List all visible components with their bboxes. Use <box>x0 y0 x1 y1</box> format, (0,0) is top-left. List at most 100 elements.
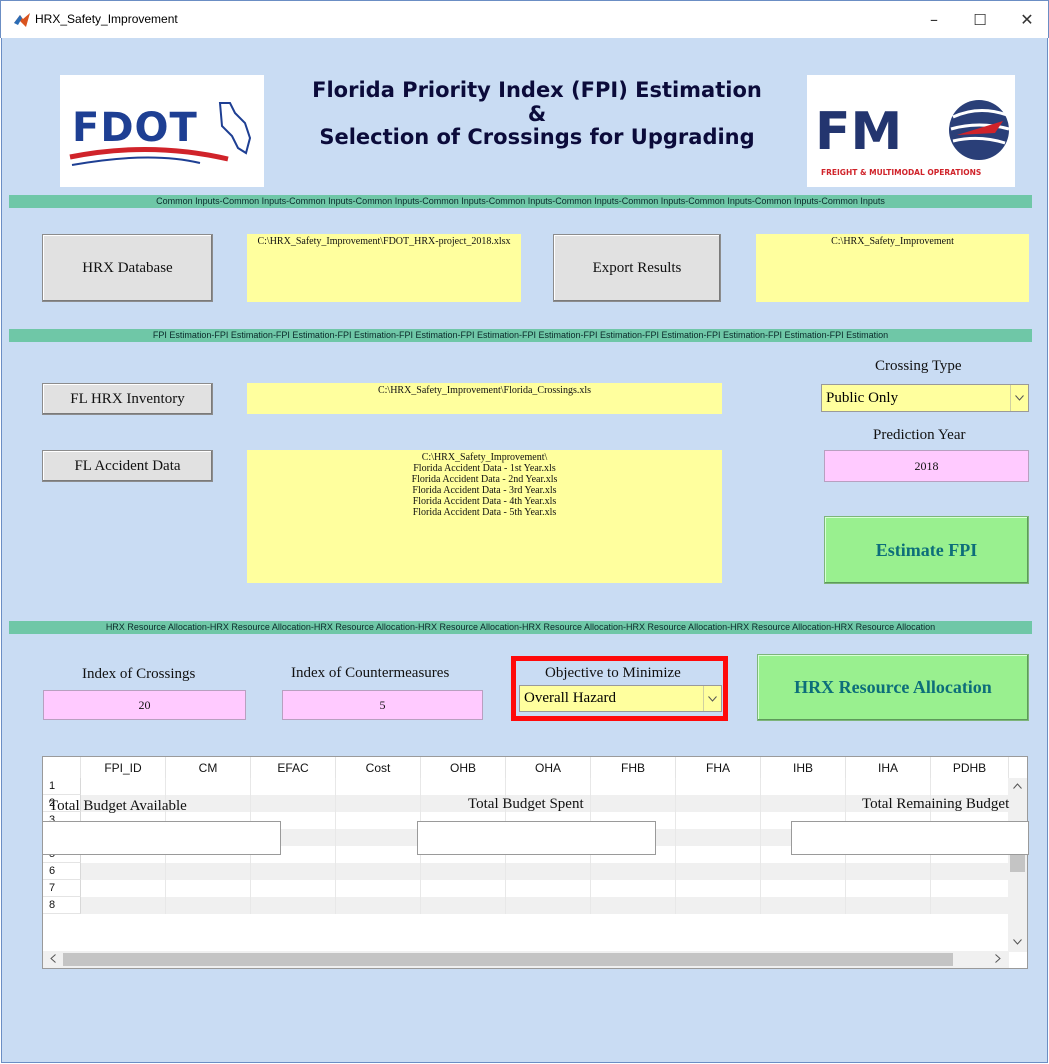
table-cell[interactable] <box>251 795 336 812</box>
table-cell[interactable] <box>676 846 761 863</box>
table-cell[interactable] <box>336 863 421 880</box>
scroll-left-icon[interactable] <box>50 954 56 966</box>
index-countermeasures-field[interactable]: 5 <box>282 690 483 720</box>
table-cell[interactable] <box>81 778 166 795</box>
vertical-scrollbar[interactable] <box>1008 778 1027 952</box>
table-cell[interactable] <box>591 778 676 795</box>
table-cell[interactable] <box>336 846 421 863</box>
accident-file-line: Florida Accident Data - 4th Year.xls <box>412 496 557 507</box>
table-cell[interactable] <box>336 795 421 812</box>
table-row[interactable]: 7 <box>43 880 1009 897</box>
fpi-estimation-band: FPI Estimation-FPI Estimation-FPI Estima… <box>9 329 1032 342</box>
table-cell[interactable] <box>336 778 421 795</box>
table-cell[interactable] <box>336 897 421 914</box>
table-cell[interactable] <box>506 897 591 914</box>
table-cell[interactable] <box>676 897 761 914</box>
hrx-resource-allocation-button[interactable]: HRX Resource Allocation <box>757 654 1029 721</box>
table-cell[interactable] <box>81 897 166 914</box>
minimize-button[interactable]: – <box>911 5 957 35</box>
crossing-type-dropdown[interactable]: Public Only <box>821 384 1029 412</box>
table-cell[interactable] <box>506 863 591 880</box>
table-cell[interactable] <box>591 863 676 880</box>
table-cell[interactable] <box>761 778 846 795</box>
table-row[interactable]: 8 <box>43 897 1009 914</box>
table-cell[interactable] <box>846 897 931 914</box>
column-header[interactable]: PDHB <box>931 757 1009 778</box>
table-cell[interactable] <box>421 778 506 795</box>
objective-dropdown[interactable]: Overall Hazard <box>519 685 722 712</box>
table-cell[interactable] <box>761 795 846 812</box>
table-cell[interactable] <box>676 778 761 795</box>
accident-file-line: Florida Accident Data - 2nd Year.xls <box>411 474 558 485</box>
table-cell[interactable] <box>591 795 676 812</box>
fl-hrx-inventory-button[interactable]: FL HRX Inventory <box>42 383 213 415</box>
prediction-year-field[interactable]: 2018 <box>824 450 1029 482</box>
table-cell[interactable] <box>931 880 1009 897</box>
column-header[interactable]: FPI_ID <box>81 757 166 778</box>
table-cell[interactable] <box>676 863 761 880</box>
table-cell[interactable] <box>251 880 336 897</box>
table-cell[interactable] <box>421 897 506 914</box>
total-budget-spent-field[interactable] <box>417 821 656 855</box>
horizontal-scroll-thumb[interactable] <box>63 953 953 966</box>
table-cell[interactable] <box>506 778 591 795</box>
results-table[interactable]: FPI_ID CM EFAC Cost OHB OHA FHB FHA IHB … <box>42 756 1028 969</box>
table-cell[interactable] <box>761 880 846 897</box>
index-crossings-field[interactable]: 20 <box>43 690 246 720</box>
column-header[interactable]: Cost <box>336 757 421 778</box>
table-cell[interactable] <box>81 863 166 880</box>
table-cell[interactable] <box>251 897 336 914</box>
total-budget-available-field[interactable] <box>42 821 281 855</box>
table-cell[interactable] <box>251 863 336 880</box>
column-header[interactable]: OHA <box>506 757 591 778</box>
table-cell[interactable] <box>676 880 761 897</box>
scroll-up-icon[interactable] <box>1013 781 1022 792</box>
hrx-database-button[interactable]: HRX Database <box>42 234 213 302</box>
table-cell[interactable] <box>591 897 676 914</box>
table-cell[interactable] <box>931 778 1009 795</box>
column-header[interactable]: CM <box>166 757 251 778</box>
scroll-down-icon[interactable] <box>1013 937 1022 948</box>
table-cell[interactable] <box>421 863 506 880</box>
column-header[interactable]: FHA <box>676 757 761 778</box>
scroll-right-icon[interactable] <box>995 954 1001 966</box>
fl-accident-data-button[interactable]: FL Accident Data <box>42 450 213 482</box>
table-cell[interactable] <box>931 863 1009 880</box>
column-header[interactable]: EFAC <box>251 757 336 778</box>
estimate-fpi-button[interactable]: Estimate FPI <box>824 516 1029 584</box>
column-header[interactable]: IHB <box>761 757 846 778</box>
table-cell[interactable] <box>676 812 761 829</box>
table-cell[interactable] <box>676 829 761 846</box>
table-cell[interactable] <box>761 897 846 914</box>
table-cell[interactable] <box>166 778 251 795</box>
table-row[interactable]: 1 <box>43 778 1009 795</box>
maximize-button[interactable]: ☐ <box>957 5 1003 35</box>
table-cell[interactable] <box>676 795 761 812</box>
table-cell[interactable] <box>421 880 506 897</box>
table-cell[interactable] <box>931 897 1009 914</box>
column-header[interactable]: IHA <box>846 757 931 778</box>
column-header[interactable]: OHB <box>421 757 506 778</box>
table-cell[interactable] <box>81 880 166 897</box>
total-remaining-budget-field[interactable] <box>791 821 1029 855</box>
table-cell[interactable] <box>846 778 931 795</box>
table-cell[interactable] <box>761 863 846 880</box>
fdot-logo-graphic: FDOT <box>69 102 252 166</box>
table-cell[interactable] <box>336 829 421 846</box>
column-header[interactable]: FHB <box>591 757 676 778</box>
table-cell[interactable] <box>846 863 931 880</box>
fmo-logo: FM FREIGHT & MULTIMODAL OPERATIONS <box>807 75 1015 187</box>
table-cell[interactable] <box>336 812 421 829</box>
table-cell[interactable] <box>251 778 336 795</box>
table-cell[interactable] <box>336 880 421 897</box>
table-row[interactable]: 6 <box>43 863 1009 880</box>
table-cell[interactable] <box>166 880 251 897</box>
close-button[interactable]: ✕ <box>1004 5 1049 35</box>
export-results-button[interactable]: Export Results <box>553 234 721 302</box>
horizontal-scrollbar[interactable] <box>43 951 1009 968</box>
table-cell[interactable] <box>166 897 251 914</box>
table-cell[interactable] <box>506 880 591 897</box>
table-cell[interactable] <box>166 863 251 880</box>
table-cell[interactable] <box>591 880 676 897</box>
table-cell[interactable] <box>846 880 931 897</box>
